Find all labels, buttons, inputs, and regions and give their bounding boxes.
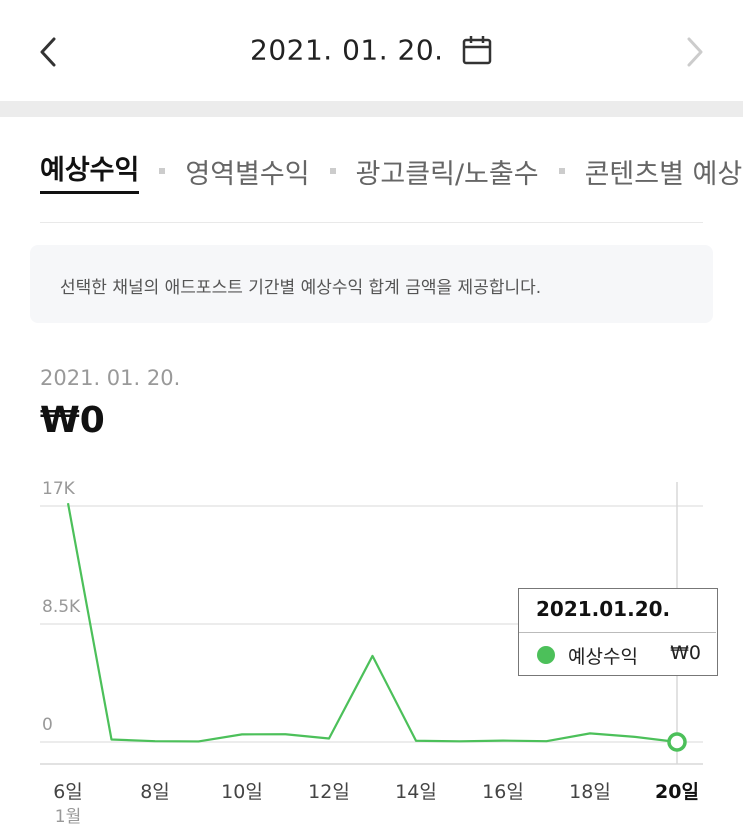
tab-revenue-by-area[interactable]: 영역별수익 <box>185 152 309 191</box>
tooltip-series-name: 예상수익 <box>568 646 638 668</box>
tab-separator <box>329 168 336 174</box>
x-tick-label: 16일 <box>482 781 524 803</box>
chart-tooltip: 2021.01.20. 예상수익 ₩0 <box>518 588 718 676</box>
y-tick-label: 8.5K <box>42 597 81 617</box>
tooltip-date: 2021.01.20. <box>536 597 671 621</box>
tooltip-divider <box>519 632 716 633</box>
x-tick-label: 14일 <box>395 781 437 803</box>
date-selector[interactable]: 2021. 01. 20. <box>0 32 743 67</box>
series-color-dot <box>537 646 555 664</box>
current-date: 2021. 01. 20. <box>250 33 444 67</box>
notice-box: 선택한 채널의 애드포스트 기간별 예상수익 합계 금액을 제공합니다. <box>30 245 713 323</box>
tab-estimated-revenue[interactable]: 예상수익 <box>40 148 140 194</box>
x-tick-label: 18일 <box>569 781 611 803</box>
x-month-label: 1월 <box>55 807 81 827</box>
tabs-underline-divider <box>40 222 703 223</box>
x-tick-label: 20일 <box>655 781 699 803</box>
tab-separator <box>159 168 166 174</box>
section-divider <box>0 101 743 117</box>
y-tick-label: 17K <box>42 479 76 499</box>
y-tick-label: 0 <box>42 715 53 735</box>
x-tick-label: 10일 <box>221 781 263 803</box>
selected-point-marker <box>667 732 687 752</box>
calendar-icon[interactable] <box>461 34 493 66</box>
tab-bar: 예상수익 영역별수익 광고클릭/노출수 콘텐츠별 예상 <box>40 148 742 198</box>
tab-ad-clicks-impressions[interactable]: 광고클릭/노출수 <box>356 152 539 191</box>
selected-date: 2021. 01. 20. <box>40 366 181 390</box>
x-tick-label: 8일 <box>140 781 170 803</box>
top-navigation-bar: 2021. 01. 20. <box>0 0 743 104</box>
x-tick-label: 6일 <box>53 781 83 803</box>
x-tick-label: 12일 <box>308 781 350 803</box>
notice-text: 선택한 채널의 애드포스트 기간별 예상수익 합계 금액을 제공합니다. <box>60 278 542 298</box>
tooltip-value: ₩0 <box>670 642 701 664</box>
chevron-right-icon[interactable] <box>679 34 709 70</box>
tab-content-estimated[interactable]: 콘텐츠별 예상 <box>585 152 743 191</box>
total-amount: ₩0 <box>40 400 105 441</box>
tab-separator <box>558 168 565 174</box>
